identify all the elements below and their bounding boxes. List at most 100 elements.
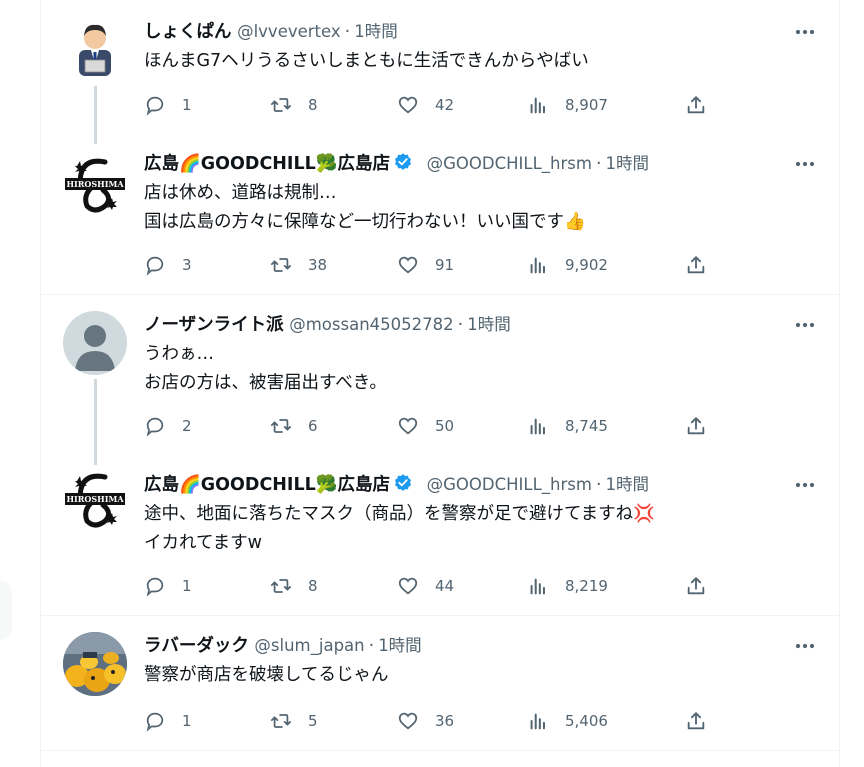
retweet-button[interactable]: 6 xyxy=(270,413,318,439)
broccoli-emoji-icon: 🥦 xyxy=(315,475,338,495)
timestamp[interactable]: 1時間 xyxy=(378,636,422,655)
tweet-header: 広島🌈GOODCHILL🥦広島店 @GOODCHILL_hrsm · 1時間 xyxy=(144,473,649,497)
share-icon xyxy=(687,256,705,274)
avatar[interactable] xyxy=(63,311,127,375)
avatar[interactable] xyxy=(63,14,127,78)
handle[interactable]: @GOODCHILL_hrsm xyxy=(427,475,592,494)
timestamp[interactable]: 1時間 xyxy=(467,315,511,334)
retweet-icon xyxy=(270,98,292,112)
avatar[interactable]: HIROSHIMA xyxy=(63,152,127,216)
handle[interactable]: @mossan45052782 xyxy=(289,315,453,334)
reply-count: 3 xyxy=(182,256,192,274)
name-prefix: 広島 xyxy=(144,475,179,495)
handle[interactable]: @slum_japan xyxy=(254,636,364,655)
analytics-icon xyxy=(530,713,545,730)
name-suffix: 広島店 xyxy=(337,154,391,174)
more-options-button[interactable] xyxy=(793,473,817,497)
share-button[interactable] xyxy=(685,708,707,734)
heart-icon xyxy=(398,256,418,274)
tweet-header: ノーザンライト派 @mossan45052782 · 1時間 xyxy=(144,313,511,337)
avatar[interactable] xyxy=(63,632,127,696)
handle[interactable]: @lvvevertex xyxy=(237,22,341,41)
like-button[interactable]: 44 xyxy=(397,573,454,599)
more-options-button[interactable] xyxy=(793,313,817,337)
display-name[interactable]: 広島🌈GOODCHILL🥦広島店 xyxy=(144,154,390,174)
more-options-button[interactable] xyxy=(793,152,817,176)
share-button[interactable] xyxy=(685,92,707,118)
timestamp[interactable]: 1時間 xyxy=(354,22,398,41)
reply-button[interactable]: 1 xyxy=(144,573,192,599)
analytics-icon xyxy=(530,418,545,435)
share-button[interactable] xyxy=(685,413,707,439)
display-name[interactable]: ノーザンライト派 xyxy=(144,315,284,335)
tweet-line: 国は広島の方々に保障など一切行わない！いい国です👍 xyxy=(144,212,586,232)
more-dots-icon xyxy=(795,643,815,649)
like-button[interactable]: 91 xyxy=(397,252,454,278)
tweet[interactable]: HIROSHIMA 広島🌈GOODCHILL🥦広島店 @GOODCHILL_hr… xyxy=(41,140,839,294)
like-count: 42 xyxy=(435,96,455,114)
more-options-button[interactable] xyxy=(793,634,817,658)
retweet-count: 8 xyxy=(308,577,318,595)
tweet-text: ほんまG7ヘリうるさいしまともに生活できんからやばい xyxy=(144,47,589,76)
reply-button[interactable]: 3 xyxy=(144,252,192,278)
tweet-line: うわぁ… xyxy=(144,344,214,364)
like-count: 44 xyxy=(435,577,455,595)
name-prefix: 広島 xyxy=(144,154,179,174)
tweet[interactable]: ノーザンライト派 @mossan45052782 · 1時間 うわぁ… お店の方は、被… xyxy=(41,295,839,465)
analytics-icon xyxy=(530,257,545,274)
more-dots-icon xyxy=(795,161,815,167)
more-dots-icon xyxy=(795,29,815,35)
like-button[interactable]: 50 xyxy=(397,413,454,439)
name-suffix: 広島店 xyxy=(337,475,391,495)
share-icon xyxy=(687,417,705,435)
views-button[interactable]: 8,219 xyxy=(527,573,608,599)
reply-icon xyxy=(146,577,164,597)
action-bar: 1 5 36 5,406 xyxy=(144,708,714,734)
verified-badge-icon xyxy=(395,153,412,170)
display-name[interactable]: 広島🌈GOODCHILL🥦広島店 xyxy=(144,475,390,495)
display-name[interactable]: ラバーダック xyxy=(144,636,249,656)
analytics-icon xyxy=(530,578,545,595)
tweet[interactable]: ラバーダック @slum_japan · 1時間 警察が商店を破壊してるじゃん 1 … xyxy=(41,616,839,746)
share-button[interactable] xyxy=(685,573,707,599)
more-options-button[interactable] xyxy=(793,20,817,44)
retweet-count: 38 xyxy=(308,256,328,274)
reply-button[interactable]: 2 xyxy=(144,413,192,439)
duck-photo-icon xyxy=(63,632,127,696)
reply-button[interactable]: 1 xyxy=(144,92,192,118)
like-button[interactable]: 36 xyxy=(397,708,454,734)
separator-dot: · xyxy=(595,154,602,174)
views-button[interactable]: 9,902 xyxy=(527,252,608,278)
tweet-line: イカれてますw xyxy=(144,533,262,553)
like-count: 50 xyxy=(435,417,455,435)
thread-line xyxy=(94,86,97,144)
like-count: 91 xyxy=(435,256,455,274)
timeline-feed: しょくぱん @lvvevertex · 1時間 ほんまG7ヘリうるさいしまともに生活… xyxy=(40,0,840,767)
retweet-button[interactable]: 5 xyxy=(270,708,318,734)
reply-icon xyxy=(146,96,164,116)
retweet-button[interactable]: 38 xyxy=(270,252,327,278)
view-count: 8,907 xyxy=(565,96,608,114)
handle[interactable]: @GOODCHILL_hrsm xyxy=(427,154,592,173)
logo-text: HIROSHIMA xyxy=(66,494,124,504)
reply-icon xyxy=(146,417,164,437)
tweet-text: うわぁ… お店の方は、被害届出すべき。 xyxy=(144,340,387,398)
retweet-count: 5 xyxy=(308,712,318,730)
like-button[interactable]: 42 xyxy=(397,92,454,118)
share-button[interactable] xyxy=(685,252,707,278)
views-button[interactable]: 8,745 xyxy=(527,413,608,439)
views-button[interactable]: 5,406 xyxy=(527,708,608,734)
views-button[interactable]: 8,907 xyxy=(527,92,608,118)
separator-dot: · xyxy=(344,22,351,42)
retweet-count: 6 xyxy=(308,417,318,435)
avatar[interactable]: HIROSHIMA xyxy=(63,467,127,531)
retweet-button[interactable]: 8 xyxy=(270,92,318,118)
view-count: 9,902 xyxy=(565,256,608,274)
timestamp[interactable]: 1時間 xyxy=(606,154,650,173)
tweet[interactable]: しょくぱん @lvvevertex · 1時間 ほんまG7ヘリうるさいしまともに生活… xyxy=(41,0,839,144)
tweet[interactable]: HIROSHIMA 広島🌈GOODCHILL🥦広島店 @GOODCHILL_hr… xyxy=(41,455,839,615)
display-name[interactable]: しょくぱん xyxy=(144,22,232,42)
retweet-button[interactable]: 8 xyxy=(270,573,318,599)
timestamp[interactable]: 1時間 xyxy=(606,475,650,494)
reply-button[interactable]: 1 xyxy=(144,708,192,734)
